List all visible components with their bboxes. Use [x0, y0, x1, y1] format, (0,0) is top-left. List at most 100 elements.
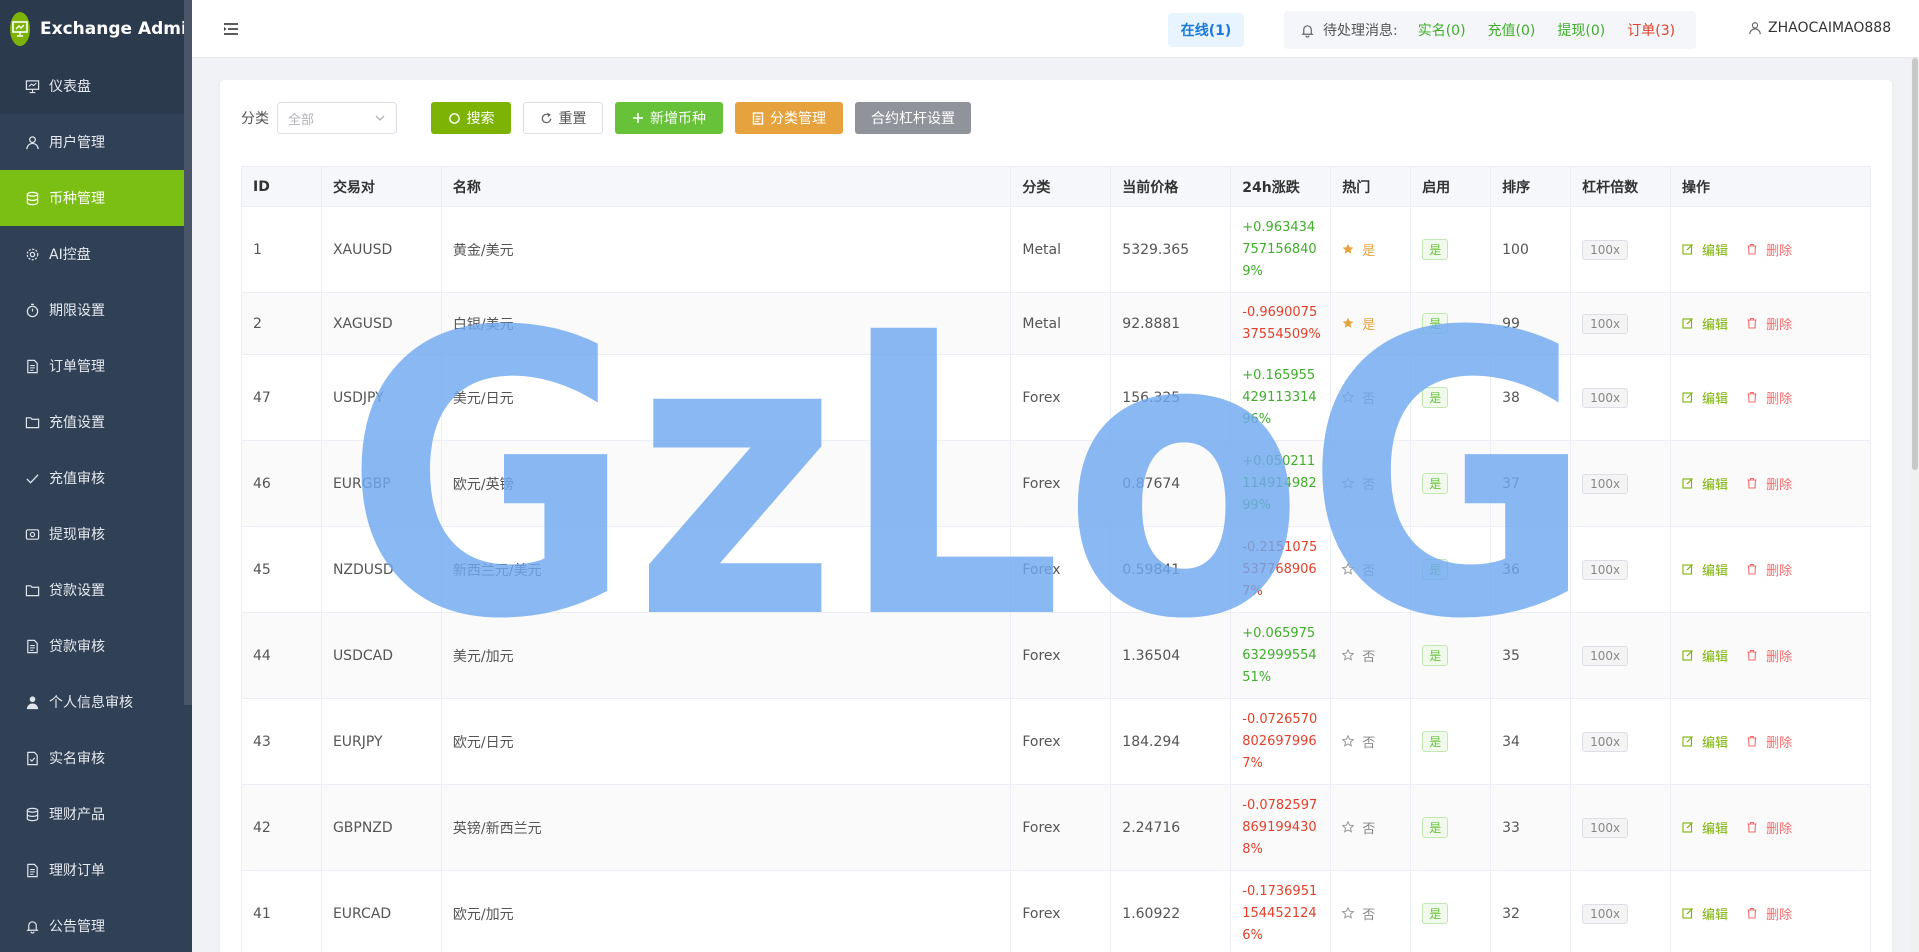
- cell-actions: 编辑 删除: [1670, 698, 1871, 785]
- hot-toggle[interactable]: 是: [1342, 240, 1375, 259]
- table-row[interactable]: 42 GBPNZD 英镑/新西兰元 Forex 2.24716 -0.0782597869…: [241, 784, 1871, 871]
- enabled-tag: 是: [1422, 313, 1449, 334]
- brand-logo-icon: [10, 12, 30, 46]
- leverage-tag: 100x: [1582, 817, 1629, 838]
- sidebar-item-9[interactable]: 贷款设置: [0, 562, 192, 618]
- trash-icon: [1746, 317, 1762, 329]
- sidebar-item-7[interactable]: 充值审核: [0, 450, 192, 506]
- search-button[interactable]: 搜索: [431, 102, 511, 134]
- table-row[interactable]: 45 NZDUSD 新西兰元/美元 Forex 0.59841 -0.2151075537…: [241, 526, 1871, 613]
- sidebar-item-15[interactable]: 公告管理: [0, 898, 192, 952]
- hot-toggle[interactable]: 否: [1342, 474, 1375, 493]
- sidebar-item-0[interactable]: 仪表盘: [0, 58, 192, 114]
- edit-button[interactable]: 编辑: [1682, 732, 1728, 751]
- edit-button[interactable]: 编辑: [1682, 314, 1728, 333]
- table-row[interactable]: 2 XAGUSD 白银/美元 Metal 92.8881 -0.9690075375545…: [241, 292, 1871, 355]
- hot-label: 是: [1362, 243, 1376, 259]
- cell-enabled: 是: [1410, 698, 1492, 785]
- add-coin-button[interactable]: 新增币种: [615, 102, 723, 134]
- sidebar-item-13[interactable]: 理财产品: [0, 786, 192, 842]
- page-scrollbar[interactable]: [1911, 58, 1919, 952]
- edit-button[interactable]: 编辑: [1682, 560, 1728, 579]
- hot-toggle[interactable]: 是: [1342, 314, 1375, 333]
- category-select[interactable]: 全部: [277, 102, 397, 134]
- cell-id: 2: [241, 292, 322, 355]
- sidebar-item-2[interactable]: 币种管理: [0, 170, 192, 226]
- delete-button[interactable]: 删除: [1746, 388, 1792, 407]
- delete-button[interactable]: 删除: [1746, 646, 1792, 665]
- reset-button[interactable]: 重置: [523, 102, 603, 134]
- sidebar-item-1[interactable]: 用户管理: [0, 114, 192, 170]
- toolbar: 分类 全部 搜索 重置 新增币种 分类管理 合约杠杆设置: [241, 102, 983, 134]
- delete-button[interactable]: 删除: [1746, 818, 1792, 837]
- sidebar-item-6[interactable]: 充值设置: [0, 394, 192, 450]
- cell-sort: 35: [1490, 612, 1572, 699]
- change-value: -0.17369511544521246%: [1242, 883, 1318, 943]
- cell-id: 43: [241, 698, 322, 785]
- hot-toggle[interactable]: 否: [1342, 818, 1375, 837]
- sidebar-scrollbar[interactable]: [184, 0, 192, 705]
- page-scrollbar-thumb[interactable]: [1912, 58, 1918, 470]
- sidebar-item-12[interactable]: 实名审核: [0, 730, 192, 786]
- edit-button[interactable]: 编辑: [1682, 646, 1728, 665]
- table-row[interactable]: 46 EURGBP 欧元/英镑 Forex 0.87674 +0.050211114914…: [241, 440, 1871, 527]
- edit-icon: [1682, 317, 1698, 329]
- table-row[interactable]: 41 EURCAD 欧元/加元 Forex 1.60922 -0.173695115445…: [241, 870, 1871, 952]
- sidebar-item-11[interactable]: 个人信息审核: [0, 674, 192, 730]
- hamburger-menu-icon[interactable]: [222, 20, 240, 38]
- table-row[interactable]: 43 EURJPY 欧元/日元 Forex 184.294 -0.072657080269…: [241, 698, 1871, 785]
- table-row[interactable]: 44 USDCAD 美元/加元 Forex 1.36504 +0.065975632999…: [241, 612, 1871, 699]
- edit-button[interactable]: 编辑: [1682, 240, 1728, 259]
- cell-pair: USDJPY: [320, 354, 442, 441]
- sidebar-item-14[interactable]: 理财订单: [0, 842, 192, 898]
- table-row[interactable]: 47 USDJPY 美元/日元 Forex 156.325 +0.165955429113…: [241, 354, 1871, 441]
- table-row[interactable]: 1 XAUUSD 黄金/美元 Metal 5329.365 +0.963434757156…: [241, 206, 1871, 293]
- delete-label: 删除: [1766, 735, 1793, 751]
- sidebar-item-8[interactable]: 提现审核: [0, 506, 192, 562]
- sidebar-item-label: 充值审核: [49, 471, 105, 487]
- hot-toggle[interactable]: 否: [1342, 732, 1375, 751]
- hot-toggle[interactable]: 否: [1342, 904, 1375, 923]
- table-header-row: ID 交易对 名称 分类 当前价格 24h涨跌 热门 启用 排序 杠杆倍数 操作: [241, 166, 1871, 207]
- trash-icon: [1746, 391, 1762, 403]
- enabled-tag: 是: [1422, 239, 1449, 260]
- cell-actions: 编辑 删除: [1670, 612, 1871, 699]
- hot-toggle[interactable]: 否: [1342, 388, 1375, 407]
- delete-button[interactable]: 删除: [1746, 314, 1792, 333]
- cell-sort: 38: [1490, 354, 1572, 441]
- user-menu[interactable]: ZHAOCAIMAO888: [1748, 20, 1891, 36]
- notice-realname-link[interactable]: 实名(0): [1418, 20, 1466, 40]
- notice-orders-link[interactable]: 订单(3): [1627, 20, 1675, 40]
- sidebar-item-10[interactable]: 贷款审核: [0, 618, 192, 674]
- category-manage-button[interactable]: 分类管理: [735, 102, 843, 134]
- cell-pair: USDCAD: [320, 612, 442, 699]
- delete-button[interactable]: 删除: [1746, 240, 1792, 259]
- delete-button[interactable]: 删除: [1746, 474, 1792, 493]
- edit-button[interactable]: 编辑: [1682, 388, 1728, 407]
- enabled-tag: 是: [1422, 559, 1449, 580]
- cell-name: 欧元/加元: [440, 870, 1012, 952]
- sidebar-item-4[interactable]: 期限设置: [0, 282, 192, 338]
- delete-button[interactable]: 删除: [1746, 732, 1792, 751]
- cell-id: 44: [241, 612, 322, 699]
- sidebar-item-3[interactable]: AI控盘: [0, 226, 192, 282]
- notice-withdraw-link[interactable]: 提现(0): [1557, 20, 1605, 40]
- cell-price: 1.36504: [1110, 612, 1232, 699]
- hot-toggle[interactable]: 否: [1342, 560, 1375, 579]
- brand[interactable]: Exchange Admin: [0, 0, 192, 58]
- delete-button[interactable]: 删除: [1746, 904, 1792, 923]
- delete-button[interactable]: 删除: [1746, 560, 1792, 579]
- cell-actions: 编辑 删除: [1670, 870, 1871, 952]
- cell-change: -0.969007537554509%: [1230, 292, 1332, 355]
- leverage-settings-button[interactable]: 合约杠杆设置: [855, 102, 971, 134]
- timer-icon: [24, 302, 40, 318]
- edit-button[interactable]: 编辑: [1682, 904, 1728, 923]
- edit-button[interactable]: 编辑: [1682, 818, 1728, 837]
- sidebar-item-5[interactable]: 订单管理: [0, 338, 192, 394]
- edit-button[interactable]: 编辑: [1682, 474, 1728, 493]
- sidebar-item-label: 充值设置: [49, 415, 105, 431]
- hot-toggle[interactable]: 否: [1342, 646, 1375, 665]
- notice-recharge-link[interactable]: 充值(0): [1488, 20, 1536, 40]
- online-count-badge[interactable]: 在线(1): [1168, 13, 1244, 47]
- hot-label: 否: [1362, 391, 1376, 407]
